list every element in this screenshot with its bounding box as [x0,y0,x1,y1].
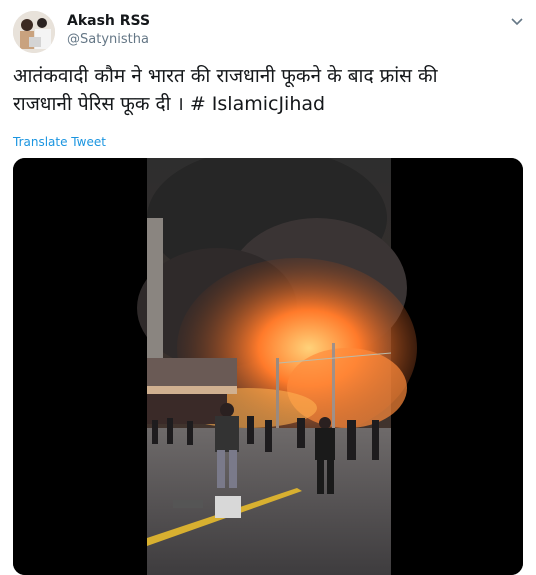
author-name[interactable]: Akash RSS [67,13,150,29]
tweet-text: आतंकवादी कौम ने भारत की राजधानी फूकने के… [13,62,523,118]
tweet-text-line-1: आतंकवादी कौम ने भारत की राजधानी फूकने के… [13,65,438,87]
tweet-card: Akash RSS @Satynistha आतंकवादी कौम ने भा… [0,0,536,575]
tweet-video[interactable] [13,158,523,575]
video-frame-icon [13,158,523,575]
chevron-down-icon[interactable] [509,13,525,29]
avatar[interactable] [13,11,55,53]
tweet-text-line-2: राजधानी पेरिस फूक दी । # IslamicJihad [13,93,326,115]
translate-tweet-link[interactable]: Translate Tweet [13,135,106,149]
profile-photo-icon [13,11,55,53]
author-handle[interactable]: @Satynistha [67,32,149,47]
